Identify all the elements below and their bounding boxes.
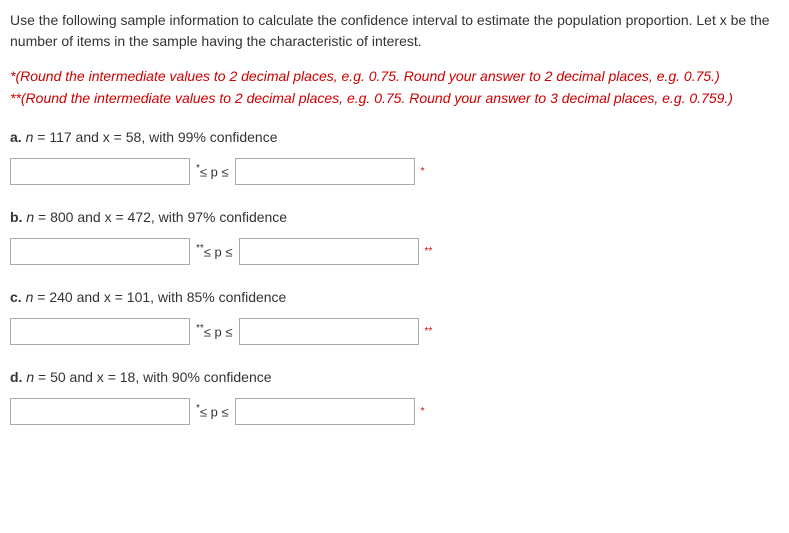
rounding-instructions: *(Round the intermediate values to 2 dec…	[10, 66, 779, 109]
part-a-trailing-stars: *	[421, 164, 425, 179]
rounding-line-2: **(Round the intermediate values to 2 de…	[10, 88, 779, 109]
part-d-upper-input[interactable]	[235, 398, 415, 425]
intro-text: Use the following sample information to …	[10, 10, 779, 52]
part-a-label: a.	[10, 129, 22, 145]
part-b-label: b.	[10, 209, 22, 225]
part-c-separator: **≤ p ≤	[196, 321, 233, 342]
part-c-label: c.	[10, 289, 22, 305]
part-b-separator: **≤ p ≤	[196, 241, 233, 262]
part-c-lower-input[interactable]	[10, 318, 190, 345]
part-c-trailing-stars: **	[425, 324, 433, 339]
part-d-body: = 50 and x = 18, with 90% confidence	[34, 369, 271, 385]
part-a-lower-input[interactable]	[10, 158, 190, 185]
part-b-upper-input[interactable]	[239, 238, 419, 265]
part-a: a. n = 117 and x = 58, with 99% confiden…	[10, 127, 779, 185]
part-c-body: = 240 and x = 101, with 85% confidence	[33, 289, 286, 305]
part-c: c. n = 240 and x = 101, with 85% confide…	[10, 287, 779, 345]
part-d: d. n = 50 and x = 18, with 90% confidenc…	[10, 367, 779, 425]
part-a-separator: *≤ p ≤	[196, 161, 229, 182]
part-b-trailing-stars: **	[425, 244, 433, 259]
part-a-prompt: a. n = 117 and x = 58, with 99% confiden…	[10, 127, 779, 148]
part-a-upper-input[interactable]	[235, 158, 415, 185]
part-c-upper-input[interactable]	[239, 318, 419, 345]
part-d-prompt: d. n = 50 and x = 18, with 90% confidenc…	[10, 367, 779, 388]
part-b-lower-input[interactable]	[10, 238, 190, 265]
part-b-body: = 800 and x = 472, with 97% confidence	[34, 209, 287, 225]
part-b: b. n = 800 and x = 472, with 97% confide…	[10, 207, 779, 265]
part-d-lower-input[interactable]	[10, 398, 190, 425]
part-d-separator: *≤ p ≤	[196, 401, 229, 422]
part-b-prompt: b. n = 800 and x = 472, with 97% confide…	[10, 207, 779, 228]
part-d-trailing-stars: *	[421, 404, 425, 419]
part-d-label: d.	[10, 369, 22, 385]
part-c-prompt: c. n = 240 and x = 101, with 85% confide…	[10, 287, 779, 308]
rounding-line-1: *(Round the intermediate values to 2 dec…	[10, 66, 779, 87]
part-a-body: = 117 and x = 58, with 99% confidence	[33, 129, 277, 145]
